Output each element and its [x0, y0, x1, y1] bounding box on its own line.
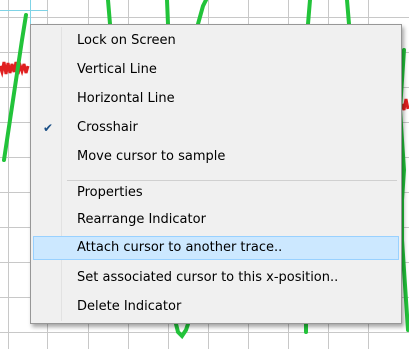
menu-item-properties[interactable]: Properties: [33, 181, 399, 205]
checkmark-icon: ✔: [42, 121, 54, 135]
menu-item-crosshair[interactable]: ✔ Crosshair: [33, 116, 399, 140]
menu-item-label: Properties: [77, 185, 143, 200]
menu-item-label: Lock on Screen: [77, 33, 176, 48]
menu-item-horizontal-line[interactable]: Horizontal Line: [33, 87, 399, 111]
menu-item-rearrange-indicator[interactable]: Rearrange Indicator: [33, 208, 399, 232]
menu-item-label: Crosshair: [77, 120, 138, 135]
menu-item-label: Set associated cursor to this x-position…: [77, 270, 339, 285]
menu-item-label: Move cursor to sample: [77, 149, 226, 164]
menu-item-delete-indicator[interactable]: Delete Indicator: [33, 295, 399, 319]
menu-item-set-associated-cursor-to-x-position[interactable]: Set associated cursor to this x-position…: [33, 266, 399, 290]
menu-item-label: Horizontal Line: [77, 91, 175, 106]
menu-item-label: Vertical Line: [77, 62, 157, 77]
menu-item-move-cursor-to-sample[interactable]: Move cursor to sample: [33, 145, 399, 169]
context-menu[interactable]: Lock on Screen Vertical Line Horizontal …: [30, 24, 402, 324]
menu-item-label: Rearrange Indicator: [77, 212, 206, 227]
menu-item-lock-on-screen[interactable]: Lock on Screen: [33, 29, 399, 53]
menu-item-label: Delete Indicator: [77, 299, 182, 314]
menu-item-label: Attach cursor to another trace..: [77, 240, 283, 255]
menu-item-vertical-line[interactable]: Vertical Line: [33, 58, 399, 82]
menu-item-attach-cursor-to-another-trace[interactable]: Attach cursor to another trace..: [33, 236, 399, 260]
